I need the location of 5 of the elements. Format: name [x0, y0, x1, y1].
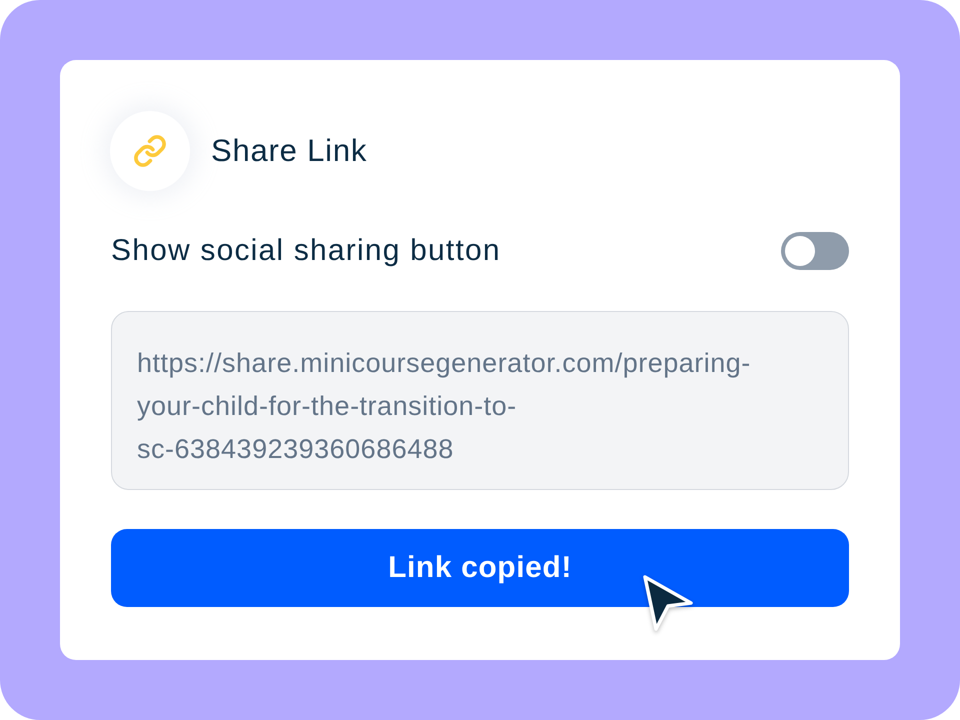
social-sharing-label: Show social sharing button	[111, 234, 501, 268]
social-sharing-toggle[interactable]	[781, 232, 849, 270]
link-copied-button[interactable]: Link copied!	[111, 529, 849, 607]
share-link-title: Share Link	[211, 133, 368, 169]
link-field[interactable]: https://share.minicoursegenerator.com/preparing-your-child-for-the-transition-to-sc-638439239360686488	[111, 311, 849, 490]
